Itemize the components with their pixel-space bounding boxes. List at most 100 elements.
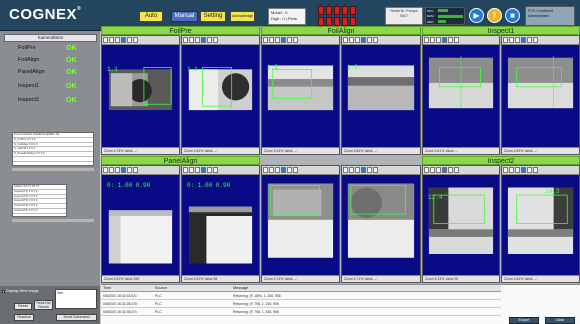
pan-icon[interactable]	[269, 37, 274, 43]
fit-icon[interactable]	[515, 167, 520, 173]
command-input[interactable]: Sav	[55, 289, 97, 309]
grid-icon[interactable]	[121, 167, 126, 173]
clear-button[interactable]: Clear	[545, 317, 575, 324]
zoom-icon[interactable]	[424, 37, 429, 43]
zoom-icon[interactable]	[183, 37, 188, 43]
fit-icon[interactable]	[515, 37, 520, 43]
save-icon[interactable]	[367, 167, 372, 173]
save-icon[interactable]	[367, 37, 372, 43]
fit-icon[interactable]	[195, 167, 200, 173]
grid-icon[interactable]	[521, 167, 526, 173]
reset-all-button[interactable]: Reset All Result	[34, 300, 53, 310]
fit-icon[interactable]	[436, 37, 441, 43]
grid-icon[interactable]	[281, 167, 286, 173]
zoom-icon[interactable]	[424, 167, 429, 173]
table-row[interactable]: 5/8/2020 16:32:18:021 PLC Returning: (F, 1…	[101, 293, 501, 300]
grid-icon[interactable]	[361, 37, 366, 43]
record-icon[interactable]	[373, 167, 378, 173]
camera-view[interactable]: Zoom 5.76% Value ---	[261, 165, 340, 283]
reset-button[interactable]: Reset	[14, 303, 32, 310]
camera-view[interactable]: 12.4 Zoom 5.13% Value 35	[422, 165, 500, 283]
play-icon[interactable]: ▶	[469, 8, 484, 23]
user-login-box[interactable]: PCS Combined Administrator	[525, 6, 575, 26]
acknowledge-button[interactable]: Acknowledge	[230, 11, 255, 22]
camera-view[interactable]: 1.1 Zoom 4.54% Value ---	[181, 35, 260, 155]
fit-icon[interactable]	[275, 37, 280, 43]
record-icon[interactable]	[293, 167, 298, 173]
fit-icon[interactable]	[355, 37, 360, 43]
pan-icon[interactable]	[109, 37, 114, 43]
record-icon[interactable]	[213, 37, 218, 43]
camera-view[interactable]: 0: 1.00 0.90 Zoom 5.90% Value 255	[101, 165, 180, 283]
stop-icon[interactable]: ■	[505, 8, 520, 23]
zoom-icon[interactable]	[503, 37, 508, 43]
zoom-icon[interactable]	[183, 167, 188, 173]
grid-icon[interactable]	[281, 37, 286, 43]
zoom-icon[interactable]	[503, 167, 508, 173]
record-icon[interactable]	[533, 167, 538, 173]
fit-icon[interactable]	[195, 37, 200, 43]
grid-icon[interactable]	[201, 37, 206, 43]
auto-mode-button[interactable]: Auto	[139, 11, 163, 22]
pan-icon[interactable]	[509, 37, 514, 43]
zoom-icon[interactable]	[103, 37, 108, 43]
camera-view[interactable]: 10.3 Zoom 4.84% Value ---	[501, 165, 580, 283]
fit-icon[interactable]	[355, 167, 360, 173]
pan-icon[interactable]	[430, 37, 435, 43]
camera-view[interactable]: 1.8 Zoom 5.34% Value ---	[261, 35, 340, 155]
send-command-button[interactable]: Send Command	[56, 314, 97, 321]
grid-icon[interactable]	[201, 167, 206, 173]
record-icon[interactable]	[293, 37, 298, 43]
save-icon[interactable]	[127, 167, 132, 173]
save-icon[interactable]	[287, 37, 292, 43]
record-icon[interactable]	[133, 167, 138, 173]
pan-icon[interactable]	[109, 167, 114, 173]
display-new-image-checkbox[interactable]: Display New Image	[2, 289, 48, 293]
zoom-icon[interactable]	[263, 167, 268, 173]
zoom-icon[interactable]	[263, 37, 268, 43]
pan-icon[interactable]	[349, 37, 354, 43]
record-icon[interactable]	[373, 37, 378, 43]
save-icon[interactable]	[527, 37, 532, 43]
col-source-header[interactable]: Source	[155, 285, 229, 291]
camera-view[interactable]: Zoom 4.61% Value ---	[422, 35, 500, 155]
camera-view[interactable]: 1.0 Zoom 5.84% Value ---	[341, 35, 421, 155]
save-icon[interactable]	[127, 37, 132, 43]
save-icon[interactable]	[207, 167, 212, 173]
pan-icon[interactable]	[509, 167, 514, 173]
pause-icon[interactable]: ‖	[487, 8, 502, 23]
fit-icon[interactable]	[275, 167, 280, 173]
zoom-icon[interactable]	[343, 37, 348, 43]
fit-icon[interactable]	[115, 167, 120, 173]
table-row[interactable]: 5/8/2020 16:32:35:471 PLC Returning: (F, 7…	[101, 309, 501, 316]
scroll-strip[interactable]	[12, 219, 94, 222]
camera-view[interactable]: 0: 1.00 0.90 Zoom 5.90% Value 58	[181, 165, 260, 283]
fit-icon[interactable]	[436, 167, 441, 173]
readout-button[interactable]: Readout	[14, 314, 34, 321]
setting-button[interactable]: Setting	[200, 11, 226, 22]
grid-icon[interactable]	[361, 167, 366, 173]
save-icon[interactable]	[448, 167, 453, 173]
pan-icon[interactable]	[189, 37, 194, 43]
pan-icon[interactable]	[189, 167, 194, 173]
record-icon[interactable]	[533, 37, 538, 43]
record-icon[interactable]	[454, 37, 459, 43]
record-icon[interactable]	[213, 167, 218, 173]
fit-icon[interactable]	[115, 37, 120, 43]
grid-icon[interactable]	[442, 167, 447, 173]
zoom-icon[interactable]	[343, 167, 348, 173]
grid-icon[interactable]	[442, 37, 447, 43]
save-icon[interactable]	[287, 167, 292, 173]
camera-view[interactable]: 1.1 Zoom 4.76% Value ---	[101, 35, 180, 155]
record-icon[interactable]	[454, 167, 459, 173]
zoom-icon[interactable]	[103, 167, 108, 173]
camera-view[interactable]: Zoom 4.55% Value ---	[501, 35, 580, 155]
pan-icon[interactable]	[269, 167, 274, 173]
grid-icon[interactable]	[521, 37, 526, 43]
camera-view[interactable]: Zoom 5.71% Value ---	[341, 165, 421, 283]
scroll-strip[interactable]	[12, 168, 94, 171]
grid-icon[interactable]	[121, 37, 126, 43]
save-icon[interactable]	[448, 37, 453, 43]
pan-icon[interactable]	[430, 167, 435, 173]
save-icon[interactable]	[207, 37, 212, 43]
